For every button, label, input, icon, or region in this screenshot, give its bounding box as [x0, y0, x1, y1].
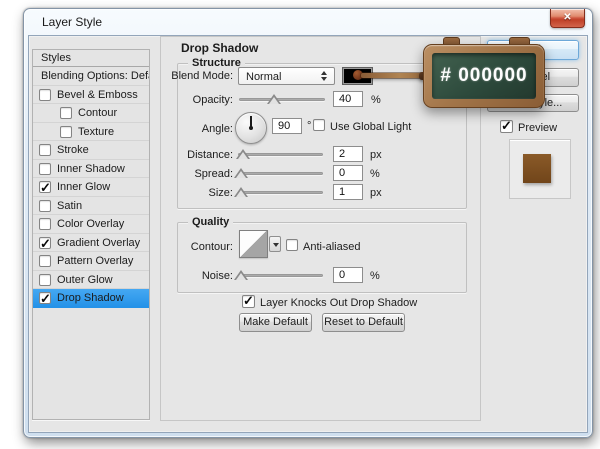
contour-label: Contour:: [123, 241, 233, 253]
style-enable-checkbox[interactable]: [39, 255, 51, 267]
noise-label: Noise:: [123, 270, 233, 282]
spread-label: Spread:: [123, 168, 233, 180]
sidebar-item-label: Color Overlay: [57, 215, 124, 234]
blend-mode-label: Blend Mode:: [123, 70, 233, 82]
sidebar-item-pattern-overlay[interactable]: Pattern Overlay: [33, 252, 149, 271]
sidebar-item-label: Inner Glow: [57, 178, 110, 197]
distance-input[interactable]: [333, 146, 363, 162]
sidebar-item-contour[interactable]: Contour: [33, 104, 149, 123]
opacity-label: Opacity:: [123, 94, 233, 106]
distance-unit: px: [370, 149, 382, 161]
angle-dial[interactable]: [235, 112, 267, 144]
chalkboard-surface: # 000000: [432, 53, 536, 99]
spread-input[interactable]: [333, 165, 363, 181]
angle-unit: °: [307, 120, 311, 132]
quality-group: Quality: [177, 222, 467, 293]
style-enable-checkbox[interactable]: [60, 107, 72, 119]
style-enable-checkbox[interactable]: [39, 218, 51, 230]
contour-dropdown-arrow[interactable]: [269, 236, 281, 252]
page-title: Drop Shadow: [181, 41, 258, 55]
quality-legend: Quality: [188, 216, 233, 228]
noise-unit: %: [370, 270, 380, 282]
distance-slider[interactable]: [238, 153, 323, 156]
use-global-light-label: Use Global Light: [330, 121, 411, 133]
title-bar[interactable]: Layer Style ✕: [24, 9, 592, 35]
size-label: Size:: [123, 187, 233, 199]
structure-legend: Structure: [188, 57, 245, 69]
opacity-unit: %: [371, 94, 381, 106]
style-enable-checkbox[interactable]: [39, 200, 51, 212]
sidebar-item-label: Pattern Overlay: [57, 252, 133, 271]
blend-mode-select[interactable]: Normal: [238, 67, 335, 85]
sidebar-item-drop-shadow[interactable]: Drop Shadow: [33, 289, 149, 308]
layer-knockout-checkbox[interactable]: [242, 295, 255, 308]
pointer-stick-shaft: [361, 73, 425, 78]
opacity-input[interactable]: [333, 91, 363, 107]
size-slider[interactable]: [238, 191, 323, 194]
spread-unit: %: [370, 168, 380, 180]
style-enable-checkbox[interactable]: [60, 126, 72, 138]
layer-knockout-label: Layer Knocks Out Drop Shadow: [260, 297, 417, 309]
style-enable-checkbox[interactable]: [39, 89, 51, 101]
sidebar-item-label: Satin: [57, 197, 82, 216]
anti-aliased-checkbox[interactable]: [286, 239, 298, 251]
distance-label: Distance:: [123, 149, 233, 161]
style-enable-checkbox[interactable]: [39, 181, 51, 193]
size-unit: px: [370, 187, 382, 199]
sidebar-item-label: Drop Shadow: [57, 289, 124, 308]
style-enable-checkbox[interactable]: [39, 274, 51, 286]
styles-list-header: Styles: [33, 50, 149, 67]
contour-picker[interactable]: [239, 230, 268, 258]
noise-slider[interactable]: [238, 274, 323, 277]
style-enable-checkbox[interactable]: [39, 163, 51, 175]
opacity-slider[interactable]: [239, 98, 325, 101]
angle-label: Angle:: [123, 123, 233, 135]
reset-to-default-button[interactable]: Reset to Default: [322, 313, 405, 332]
window-title: Layer Style: [42, 15, 102, 29]
sidebar-item-label: Outer Glow: [57, 271, 113, 290]
dropdown-arrows-icon: [321, 71, 328, 81]
sidebar-item-label: Contour: [78, 104, 117, 123]
preview-checkbox[interactable]: [500, 120, 513, 133]
close-icon: ✕: [563, 12, 571, 23]
angle-hub-icon: [249, 126, 253, 130]
preview-label: Preview: [518, 122, 557, 134]
style-enable-checkbox[interactable]: [39, 292, 51, 304]
sidebar-item-label: Stroke: [57, 141, 89, 160]
blend-mode-value: Normal: [246, 71, 281, 83]
anti-aliased-label: Anti-aliased: [303, 241, 360, 253]
chalkboard-overlay: # 000000: [423, 44, 545, 108]
close-button[interactable]: ✕: [550, 9, 585, 28]
sidebar-item-satin[interactable]: Satin: [33, 197, 149, 216]
make-default-button[interactable]: Make Default: [239, 313, 312, 332]
preview-thumbnail: [509, 139, 571, 199]
style-enable-checkbox[interactable]: [39, 144, 51, 156]
noise-input[interactable]: [333, 267, 363, 283]
angle-input[interactable]: [272, 118, 302, 134]
preview-style-swatch: [523, 154, 551, 183]
sidebar-item-color-overlay[interactable]: Color Overlay: [33, 215, 149, 234]
size-input[interactable]: [333, 184, 363, 200]
sidebar-item-label: Texture: [78, 123, 114, 142]
style-enable-checkbox[interactable]: [39, 237, 51, 249]
sidebar-item-label: Inner Shadow: [57, 160, 125, 179]
spread-slider[interactable]: [238, 172, 323, 175]
use-global-light-checkbox[interactable]: [313, 119, 325, 131]
hex-color-text: # 000000: [440, 65, 527, 86]
